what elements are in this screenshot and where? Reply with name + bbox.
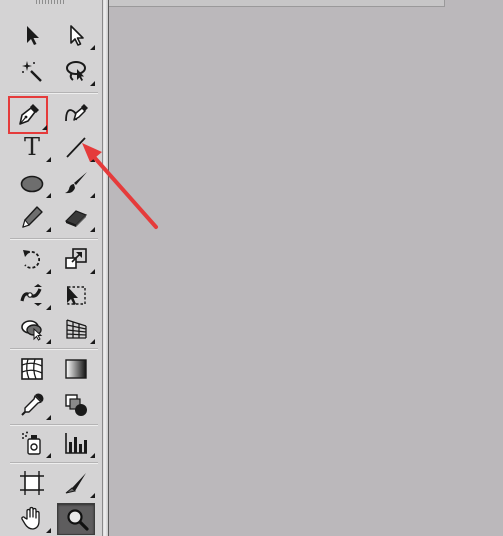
paintbrush-icon (65, 172, 87, 194)
lasso-tool[interactable] (60, 56, 95, 86)
pencil-tool[interactable] (16, 202, 51, 232)
flyout-indicator (90, 193, 95, 198)
magic-wand-icon (22, 61, 42, 82)
symbol-sprayer-icon (22, 431, 41, 455)
free-transform-icon (67, 286, 86, 305)
type-tool[interactable]: T (16, 132, 51, 162)
column-graph-icon (65, 433, 87, 454)
flyout-indicator (46, 528, 51, 533)
eraser-icon (64, 210, 88, 227)
magic-wand-tool[interactable] (16, 56, 48, 86)
flyout-indicator (42, 125, 47, 130)
canvas-area[interactable] (109, 0, 503, 536)
pencil-icon (22, 206, 43, 228)
slice-tool[interactable] (60, 468, 95, 498)
width-tool-icon (20, 284, 42, 306)
curvature-pen-icon (65, 104, 88, 122)
panel-grip[interactable] (36, 0, 66, 4)
hand-icon (21, 506, 40, 530)
free-transform-tool[interactable] (60, 280, 92, 310)
eraser-tool[interactable] (60, 202, 95, 232)
artboard-tool[interactable] (16, 468, 48, 498)
flyout-indicator (46, 305, 51, 310)
eyedropper-icon (21, 393, 44, 416)
line-segment-icon (66, 137, 86, 158)
curvature-tool[interactable] (60, 98, 92, 128)
flyout-indicator (46, 415, 51, 420)
zoom-magnifier-icon (67, 509, 89, 531)
flyout-indicator (90, 453, 95, 458)
gradient-icon (65, 359, 87, 379)
flyout-indicator (90, 45, 95, 50)
artboard-icon (20, 471, 44, 495)
line-segment-tool[interactable] (60, 132, 95, 162)
selection-tool[interactable] (16, 20, 48, 50)
direct-selection-arrow-icon (70, 25, 84, 46)
flyout-indicator (90, 81, 95, 86)
zoom-tool[interactable] (57, 503, 95, 535)
flyout-indicator (90, 227, 95, 232)
type-T-icon: T (23, 133, 40, 161)
perspective-grid-tool[interactable] (60, 314, 95, 344)
width-tool[interactable] (16, 280, 51, 310)
flyout-indicator (46, 193, 51, 198)
mesh-tool[interactable] (16, 354, 48, 384)
document-window-edge (109, 0, 445, 7)
scale-tool[interactable] (60, 244, 95, 274)
separator (10, 92, 98, 94)
flyout-indicator (46, 227, 51, 232)
column-graph-tool[interactable] (60, 428, 95, 458)
separator (10, 348, 98, 350)
shape-builder-icon (21, 320, 43, 341)
direct-selection-tool[interactable] (60, 20, 95, 50)
flyout-indicator (46, 339, 51, 344)
flyout-indicator (46, 269, 51, 274)
mesh-icon (21, 358, 43, 380)
scale-icon (65, 248, 87, 269)
pen-icon (19, 104, 39, 125)
separator (10, 238, 98, 240)
perspective-grid-icon (66, 319, 87, 339)
rotate-tool[interactable] (16, 244, 51, 274)
symbol-sprayer-tool[interactable] (16, 428, 51, 458)
flyout-indicator (46, 453, 51, 458)
blend-icon (65, 394, 87, 416)
shape-builder-tool[interactable] (16, 314, 51, 344)
rotate-icon (23, 250, 40, 269)
flyout-indicator (90, 339, 95, 344)
eyedropper-tool[interactable] (16, 390, 51, 420)
blend-tool[interactable] (60, 390, 92, 420)
flyout-indicator (90, 269, 95, 274)
hand-tool[interactable] (16, 503, 51, 533)
separator (10, 462, 98, 464)
separator (10, 424, 98, 426)
pen-tool[interactable] (8, 96, 48, 134)
flyout-indicator (46, 157, 51, 162)
gradient-tool[interactable] (60, 354, 92, 384)
tools-panel: T (0, 0, 103, 536)
flyout-indicator (90, 493, 95, 498)
ellipse-icon (20, 175, 44, 193)
ellipse-tool[interactable] (16, 168, 51, 198)
flyout-indicator (90, 157, 95, 162)
slice-icon (65, 473, 86, 494)
selection-arrow-icon (27, 26, 39, 45)
paintbrush-tool[interactable] (60, 168, 95, 198)
lasso-icon (66, 61, 86, 81)
